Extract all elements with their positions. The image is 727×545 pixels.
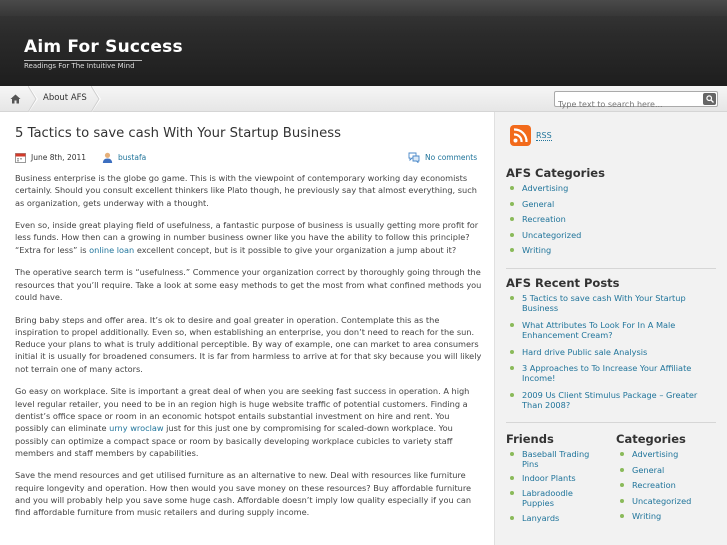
recent-posts-list: 5 Tactics to save cash With Your Startup… <box>506 293 714 417</box>
post-paragraph: Go easy on workplace. Site is important … <box>15 386 470 458</box>
post-paragraph: Bring baby steps and offer area. It’s ok… <box>15 314 482 374</box>
post-date-text: June 8th, 2011 <box>31 153 87 162</box>
list-item[interactable]: What Attributes To Look For In A Male En… <box>506 320 714 347</box>
nav-separator <box>91 86 101 112</box>
list-item[interactable]: Advertising <box>506 183 716 199</box>
header-top-stripe <box>0 0 727 16</box>
nav-bar: About AFS <box>0 86 727 112</box>
post-author[interactable]: bustafa <box>102 152 146 163</box>
post-date: June 8th, 2011 <box>15 152 86 163</box>
categories2-title: Categories <box>616 432 686 446</box>
categories-list: Advertising General Recreation Uncategor… <box>506 183 716 261</box>
list-item[interactable]: Labradoodle Puppies <box>506 488 604 513</box>
home-icon <box>10 94 20 104</box>
list-item[interactable]: 2009 Us Client Stimulus Package – Greate… <box>506 390 714 417</box>
post-author-link[interactable]: bustafa <box>118 153 146 162</box>
site-title[interactable]: Aim For Success <box>24 37 183 57</box>
site-tagline: Readings For The Intuitive Mind <box>24 60 142 70</box>
post-comments-link[interactable]: No comments <box>425 153 477 162</box>
online-loan-link[interactable]: online loan <box>89 245 134 255</box>
nav-item-about[interactable]: About AFS <box>43 93 87 103</box>
list-item[interactable]: General <box>616 465 722 481</box>
list-item[interactable]: Indoor Plants <box>506 473 604 488</box>
list-item[interactable]: Hard drive Public sale Analysis <box>506 347 714 363</box>
friends-list: Baseball Trading Pins Indoor Plants Labr… <box>506 449 604 528</box>
list-item[interactable]: Uncategorized <box>506 230 716 246</box>
recent-posts-title: AFS Recent Posts <box>506 276 620 290</box>
home-button[interactable] <box>0 86 30 112</box>
search-button[interactable] <box>703 93 716 105</box>
post-paragraph: Save the mend resources and get utilised… <box>15 470 472 518</box>
list-item[interactable]: 3 Approaches to To Increase Your Affilia… <box>506 363 714 390</box>
rss-link[interactable]: RSS <box>510 125 552 146</box>
post-paragraph: Business enterprise is the globe go game… <box>15 173 477 208</box>
search-input[interactable] <box>555 97 695 112</box>
list-item[interactable]: Advertising <box>616 449 722 465</box>
list-item[interactable]: Writing <box>616 511 722 527</box>
post-paragraph: Even so, inside great playing field of u… <box>15 220 479 255</box>
urny-wroclaw-link[interactable]: urny wroclaw <box>109 423 163 433</box>
post-comments[interactable]: No comments <box>408 152 477 163</box>
post-paragraph: The operative search term is “usefulness… <box>15 267 482 302</box>
post-title[interactable]: 5 Tactics to save cash With Your Startup… <box>15 126 341 141</box>
post-body: Business enterprise is the globe go game… <box>15 172 483 529</box>
magnifier-icon <box>705 95 714 103</box>
list-item[interactable]: 5 Tactics to save cash With Your Startup… <box>506 293 714 320</box>
categories-title: AFS Categories <box>506 166 605 180</box>
site-header: Aim For Success Readings For The Intuiti… <box>0 0 727 86</box>
list-item[interactable]: Lanyards <box>506 513 604 528</box>
post-meta: June 8th, 2011 bustafa No comments <box>15 152 478 166</box>
list-item[interactable]: Recreation <box>506 214 716 230</box>
list-item[interactable]: Recreation <box>616 480 722 496</box>
widget-divider <box>506 268 716 269</box>
friends-title: Friends <box>506 432 554 446</box>
nav-separator <box>28 86 38 112</box>
categories2-list: Advertising General Recreation Uncategor… <box>616 449 722 527</box>
sidebar: RSS AFS Categories Advertising General R… <box>494 112 727 545</box>
widget-divider <box>506 422 716 423</box>
rss-label[interactable]: RSS <box>536 131 552 141</box>
list-item[interactable]: Baseball Trading Pins <box>506 449 604 473</box>
rss-icon <box>510 125 531 146</box>
user-icon <box>102 152 113 163</box>
list-item[interactable]: General <box>506 199 716 215</box>
calendar-icon <box>15 153 26 163</box>
search-box <box>554 91 718 112</box>
list-item[interactable]: Uncategorized <box>616 496 722 512</box>
comment-icon <box>408 152 420 163</box>
list-item[interactable]: Writing <box>506 245 716 261</box>
